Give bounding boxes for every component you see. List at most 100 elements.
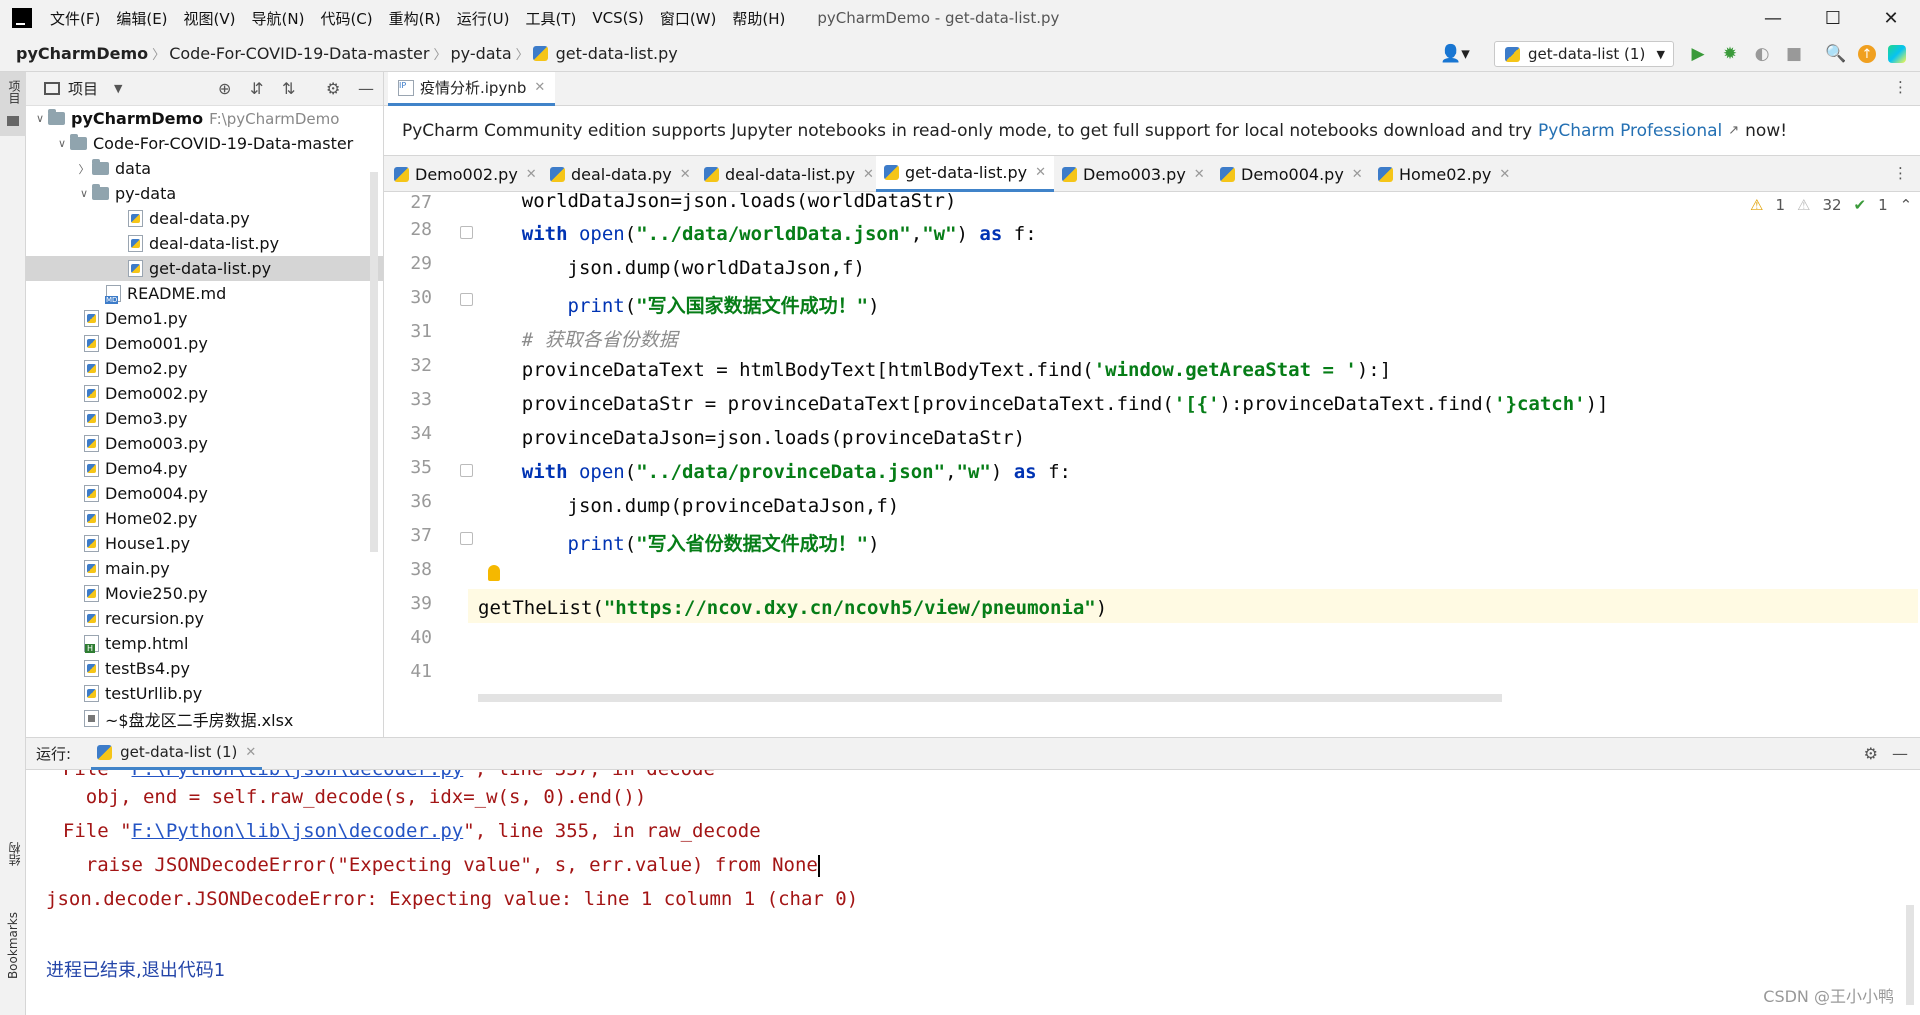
tree-item-file[interactable]: temp.html [26, 631, 383, 656]
tree-item-file[interactable]: Demo3.py [26, 406, 383, 431]
pycharm-professional-link[interactable]: PyCharm Professional [1538, 121, 1722, 141]
close-icon[interactable]: ✕ [1352, 167, 1363, 182]
inspection-widget[interactable]: ⚠1 ⚠32 ✔1 ⌃ ⌄ [1750, 196, 1920, 214]
minimize-button[interactable]: — [1744, 0, 1802, 36]
stop-icon[interactable]: ■ [1784, 44, 1804, 64]
jetbrains-toolbox-icon[interactable] [1888, 45, 1906, 63]
tab-deal-data-list[interactable]: deal-data-list.py ✕ [696, 156, 882, 192]
traceback-file-link[interactable]: F:\Python\lib\json\decoder.py [132, 820, 464, 842]
tree-item-file[interactable]: Demo001.py [26, 331, 383, 356]
menu-edit[interactable]: 编辑(E) [108, 8, 175, 29]
tree-root[interactable]: ∨ pyCharmDemo F:\pyCharmDemo [26, 106, 383, 131]
more-options-icon[interactable]: ⋮ [1893, 78, 1908, 96]
chevron-down-icon[interactable]: ∨ [54, 137, 70, 150]
fold-marker-icon[interactable] [460, 226, 473, 239]
tab-home02[interactable]: Home02.py ✕ [1370, 156, 1518, 192]
more-tabs-icon[interactable]: ⋮ [1893, 164, 1908, 182]
tree-item-file[interactable]: ~$盘龙区二手房数据.xlsx [26, 706, 383, 731]
locate-file-icon[interactable]: ⊕ [218, 79, 231, 98]
tree-item-file[interactable]: Demo004.py [26, 481, 383, 506]
chevron-right-icon[interactable]: 〉 [76, 161, 92, 177]
close-icon[interactable]: ✕ [1194, 167, 1205, 182]
tree-item-file[interactable]: Demo002.py [26, 381, 383, 406]
code-editor[interactable]: 27 28 29 30 31 32 33 34 35 36 37 38 39 4… [384, 192, 1920, 707]
bookmarks-tool-button[interactable]: Bookmarks [0, 912, 26, 1012]
lightbulb-icon[interactable] [488, 565, 500, 581]
tree-item-folder[interactable]: ∨ py-data [26, 181, 383, 206]
tree-item-file[interactable]: Movie250.py [26, 581, 383, 606]
tab-get-data-list[interactable]: get-data-list.py ✕ [876, 156, 1054, 192]
close-icon[interactable]: ✕ [863, 167, 874, 182]
menu-tools[interactable]: 工具(T) [517, 8, 584, 29]
tab-demo002[interactable]: Demo002.py ✕ [386, 156, 545, 192]
close-icon[interactable]: ✕ [1035, 165, 1046, 180]
tree-item-file[interactable]: Demo1.py [26, 306, 383, 331]
close-icon[interactable]: ✕ [245, 745, 256, 760]
close-icon[interactable]: ✕ [526, 167, 537, 182]
hide-panel-icon[interactable]: — [358, 79, 374, 98]
update-icon[interactable]: ↑ [1858, 45, 1876, 63]
menu-code[interactable]: 代码(C) [312, 8, 380, 29]
tab-demo003[interactable]: Demo003.py ✕ [1054, 156, 1213, 192]
tab-deal-data[interactable]: deal-data.py ✕ [542, 156, 699, 192]
menu-window[interactable]: 窗口(W) [652, 8, 725, 29]
run-console-output[interactable]: File "F:\Python\lib\json\decoder.py", li… [26, 770, 1920, 1015]
menu-refactor[interactable]: 重构(R) [381, 8, 449, 29]
traceback-file-link[interactable]: F:\Python\lib\json\decoder.py [132, 770, 464, 780]
tree-item-file[interactable]: deal-data-list.py [26, 231, 383, 256]
chevron-down-icon[interactable]: ∨ [32, 112, 48, 125]
project-tool-button[interactable]: 项目 [0, 72, 26, 136]
project-panel-title[interactable]: 项目 [68, 78, 98, 99]
console-scrollbar[interactable] [1906, 905, 1914, 1005]
structure-tool-button[interactable]: 结构 [0, 842, 26, 902]
tree-item-file[interactable]: Home02.py [26, 506, 383, 531]
run-tab[interactable]: get-data-list (1) ✕ [91, 737, 263, 770]
breadcrumb-project[interactable]: pyCharmDemo [12, 44, 152, 63]
menu-navigate[interactable]: 导航(N) [244, 8, 313, 29]
hide-panel-icon[interactable]: — [1892, 744, 1908, 763]
tree-item-file[interactable]: testBs4.py [26, 656, 383, 681]
menu-run[interactable]: 运行(U) [449, 8, 518, 29]
fold-marker-icon[interactable] [460, 464, 473, 477]
search-icon[interactable]: 🔍 [1825, 44, 1846, 64]
editor-horizontal-scrollbar[interactable] [478, 694, 1502, 702]
menu-vcs[interactable]: VCS(S) [584, 9, 651, 27]
expand-all-icon[interactable]: ⇵ [250, 79, 263, 98]
close-icon[interactable]: ✕ [1499, 167, 1510, 182]
tree-item-file[interactable]: House1.py [26, 531, 383, 556]
breadcrumb-file[interactable]: get-data-list.py [552, 44, 682, 63]
menu-help[interactable]: 帮助(H) [724, 8, 793, 29]
coverage-icon[interactable]: ◐ [1752, 44, 1772, 64]
fold-marker-icon[interactable] [460, 532, 473, 545]
tab-notebook[interactable]: IP 疫情分析.ipynb ✕ [388, 72, 556, 106]
tree-item-file[interactable]: testUrllib.py [26, 681, 383, 706]
user-account-icon[interactable]: 👤▾ [1440, 44, 1470, 64]
gear-icon[interactable]: ⚙ [1864, 744, 1878, 763]
tree-item-file[interactable]: Demo2.py [26, 356, 383, 381]
run-configuration-select[interactable]: get-data-list (1) ▼ [1494, 41, 1674, 67]
tree-item-folder[interactable]: ∨ Code-For-COVID-19-Data-master [26, 131, 383, 156]
debug-icon[interactable]: ✹ [1720, 44, 1740, 64]
fold-marker-icon[interactable] [460, 293, 473, 306]
tree-item-folder[interactable]: 〉 data [26, 156, 383, 181]
breadcrumb-folder-pydata[interactable]: py-data [446, 44, 515, 63]
tree-item-file[interactable]: recursion.py [26, 606, 383, 631]
close-icon[interactable]: ✕ [680, 167, 691, 182]
tree-item-file[interactable]: Demo4.py [26, 456, 383, 481]
close-icon[interactable]: ✕ [534, 80, 545, 95]
close-window-button[interactable]: ✕ [1862, 0, 1920, 36]
maximize-button[interactable]: ☐ [1804, 0, 1862, 36]
tab-demo004[interactable]: Demo004.py ✕ [1212, 156, 1371, 192]
tree-item-file[interactable]: README.md [26, 281, 383, 306]
breadcrumb-folder-root[interactable]: Code-For-COVID-19-Data-master [165, 44, 433, 63]
tree-item-file[interactable]: Demo003.py [26, 431, 383, 456]
gear-icon[interactable]: ⚙ [326, 79, 340, 98]
tree-item-file[interactable]: main.py [26, 556, 383, 581]
tree-item-file-selected[interactable]: get-data-list.py [26, 256, 383, 281]
menu-view[interactable]: 视图(V) [176, 8, 244, 29]
menu-file[interactable]: 文件(F) [42, 8, 108, 29]
collapse-all-icon[interactable]: ⇅ [282, 79, 295, 98]
chevron-down-icon[interactable]: ∨ [76, 187, 92, 200]
project-scrollbar[interactable] [370, 172, 378, 552]
chevron-up-icon[interactable]: ⌃ [1900, 196, 1913, 214]
